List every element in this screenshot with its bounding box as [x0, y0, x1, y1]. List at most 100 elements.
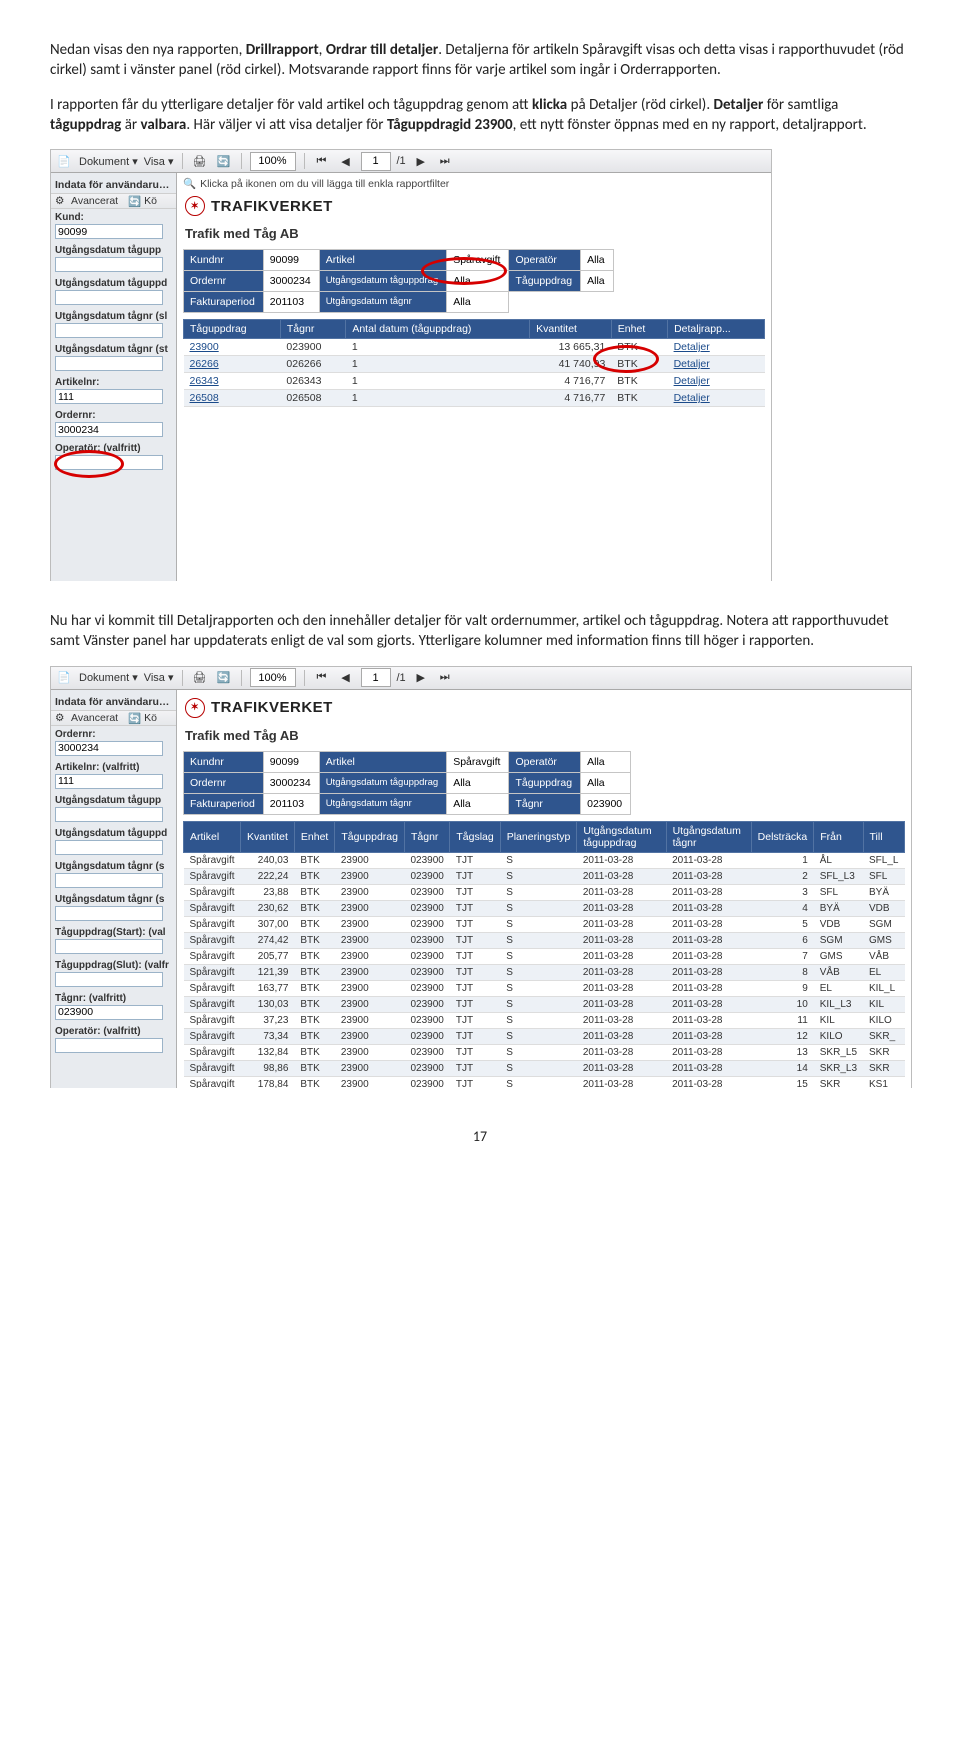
drillreport-screenshot: 📄 Dokument ▾ Visa ▾ 🖨 🔄 ⏮ ◀ /1 ▶ ⏭ Indat…	[50, 149, 772, 581]
taguppdrag-link[interactable]: 26508	[190, 392, 219, 404]
refresh-icon[interactable]: 🔄	[215, 669, 233, 687]
page-input[interactable]	[361, 152, 391, 171]
parameter-sidebar-2: Indata för användarup... ⚙ Avancerat 🔄 K…	[51, 690, 177, 1088]
detaljer-link[interactable]: Detaljer	[674, 341, 710, 353]
detaljer-link[interactable]: Detaljer	[674, 358, 710, 370]
parameter-sidebar: Indata för användarup... ⚙ Avancerat 🔄 K…	[51, 173, 177, 581]
sidebar-title: Indata för användarup...	[51, 177, 176, 193]
label-kund: Kund:	[51, 209, 176, 224]
taguppdrag-link[interactable]: 26343	[190, 375, 219, 387]
prev-page-icon[interactable]: ◀	[337, 669, 355, 687]
table-row: Spåravgift178,84BTK23900023900TJTS2011-0…	[184, 1076, 905, 1088]
label-utg-tagnr-sl: Utgångsdatum tågnr (s	[51, 858, 176, 873]
table-row: Spåravgift73,34BTK23900023900TJTS2011-03…	[184, 1028, 905, 1044]
input-utg-tagnr-sl[interactable]	[55, 873, 163, 888]
page-total: /1	[397, 155, 406, 167]
input-utg-tagnr-st[interactable]	[55, 356, 163, 371]
dokument-menu[interactable]: Dokument ▾	[79, 671, 138, 684]
table-row: 23900023900113 665,31BTKDetaljer	[184, 339, 765, 356]
table-row: Spåravgift23,88BTK23900023900TJTS2011-03…	[184, 884, 905, 900]
detail-data-table: Artikel Kvantitet Enhet Tåguppdrag Tågnr…	[183, 821, 905, 1088]
input-tagupp-start[interactable]	[55, 939, 163, 954]
input-artikelnr[interactable]	[55, 389, 163, 404]
company-title: Trafik med Tåg AB	[185, 728, 905, 743]
zoom-input[interactable]	[250, 152, 296, 171]
next-page-icon[interactable]: ▶	[412, 669, 430, 687]
table-row: 2650802650814 716,77BTKDetaljer	[184, 390, 765, 407]
label-utg-tagupp-start: Utgångsdatum tågupp	[51, 242, 176, 257]
report-main: 🔍 Klicka på ikonen om du vill lägga till…	[177, 173, 771, 581]
report-header-table: Kundnr90099 ArtikelSpåravgift OperatörAl…	[183, 249, 614, 313]
paragraph-3: Nu har vi kommit till Detaljrapporten oc…	[50, 611, 910, 652]
table-row: 26266026266141 740,93BTKDetaljer	[184, 356, 765, 373]
print-icon[interactable]: 🖨	[191, 669, 209, 687]
detaljer-link[interactable]: Detaljer	[674, 392, 710, 404]
input-ordernr[interactable]	[55, 422, 163, 437]
input-operator[interactable]	[55, 455, 163, 470]
last-page-icon[interactable]: ⏭	[436, 152, 454, 170]
label-operator: Operatör: (valfritt)	[51, 440, 176, 455]
input-utg-tagupp-start[interactable]	[55, 257, 163, 272]
trafikverket-brand: ✶ TRAFIKVERKET	[185, 698, 905, 718]
table-row: Spåravgift121,39BTK23900023900TJTS2011-0…	[184, 964, 905, 980]
input-utg-tagupp-end[interactable]	[55, 290, 163, 305]
sidebar-tabs[interactable]: ⚙ Avancerat 🔄 Kö	[51, 193, 176, 209]
table-row: Spåravgift230,62BTK23900023900TJTS2011-0…	[184, 900, 905, 916]
label-tagupp-slut: Tåguppdrag(Slut): (valfr	[51, 957, 176, 972]
doc-icon[interactable]: 📄	[55, 669, 73, 687]
detaljer-link[interactable]: Detaljer	[674, 375, 710, 387]
page-input[interactable]	[361, 668, 391, 687]
table-row: Spåravgift222,24BTK23900023900TJTS2011-0…	[184, 868, 905, 884]
first-page-icon[interactable]: ⏮	[313, 152, 331, 170]
prev-page-icon[interactable]: ◀	[337, 152, 355, 170]
input-utg-tagupp-start[interactable]	[55, 807, 163, 822]
label-artikelnr: Artikelnr:	[51, 374, 176, 389]
filter-hint[interactable]: 🔍 Klicka på ikonen om du vill lägga till…	[183, 177, 765, 190]
trafikverket-logo-icon: ✶	[185, 698, 205, 718]
label-tagupp-start: Tåguppdrag(Start): (val	[51, 924, 176, 939]
label-ordernr: Ordernr:	[51, 407, 176, 422]
dokument-menu[interactable]: Dokument ▾	[79, 155, 138, 168]
input-tagnr[interactable]	[55, 1005, 163, 1020]
intro-paragraph-1: Nedan visas den nya rapporten, Drillrapp…	[50, 40, 910, 81]
label-utg-tagnr-sl: Utgångsdatum tågnr (sl	[51, 308, 176, 323]
visa-menu[interactable]: Visa ▾	[144, 671, 174, 684]
table-row: Spåravgift98,86BTK23900023900TJTS2011-03…	[184, 1060, 905, 1076]
refresh-icon[interactable]: 🔄	[215, 152, 233, 170]
taguppdrag-link[interactable]: 23900	[190, 341, 219, 353]
gear-icon: ⚙	[55, 712, 67, 724]
input-operator[interactable]	[55, 1038, 163, 1053]
input-utg-tagnr-sl[interactable]	[55, 323, 163, 338]
table-row: Spåravgift130,03BTK23900023900TJTS2011-0…	[184, 996, 905, 1012]
input-utg-tagupp-end[interactable]	[55, 840, 163, 855]
label-operator: Operatör: (valfritt)	[51, 1023, 176, 1038]
first-page-icon[interactable]: ⏮	[313, 669, 331, 687]
label-utg-tagnr-st: Utgångsdatum tågnr (st	[51, 341, 176, 356]
label-utg-tagupp-end: Utgångsdatum tåguppd	[51, 275, 176, 290]
visa-menu[interactable]: Visa ▾	[144, 155, 174, 168]
doc-icon[interactable]: 📄	[55, 152, 73, 170]
table-row: Spåravgift307,00BTK23900023900TJTS2011-0…	[184, 916, 905, 932]
print-icon[interactable]: 🖨	[191, 152, 209, 170]
label-tagnr: Tågnr: (valfritt)	[51, 990, 176, 1005]
input-utg-tagnr-st[interactable]	[55, 906, 163, 921]
company-title: Trafik med Tåg AB	[185, 226, 765, 241]
label-utg-tagnr-st: Utgångsdatum tågnr (s	[51, 891, 176, 906]
sidebar-tabs[interactable]: ⚙ Avancerat 🔄 Kö	[51, 710, 176, 726]
input-kund[interactable]	[55, 224, 163, 239]
input-ordernr[interactable]	[55, 741, 163, 756]
input-artikelnr[interactable]	[55, 774, 163, 789]
last-page-icon[interactable]: ⏭	[436, 669, 454, 687]
label-artikelnr: Artikelnr: (valfritt)	[51, 759, 176, 774]
table-row: Spåravgift205,77BTK23900023900TJTS2011-0…	[184, 948, 905, 964]
queue-icon: 🔄	[128, 712, 140, 724]
taguppdrag-link[interactable]: 26266	[190, 358, 219, 370]
label-utg-tagupp-end: Utgångsdatum tåguppd	[51, 825, 176, 840]
zoom-input[interactable]	[250, 668, 296, 687]
detailreport-screenshot: 📄 Dokument ▾ Visa ▾ 🖨 🔄 ⏮ ◀ /1 ▶ ⏭ Indat…	[50, 666, 912, 1088]
next-page-icon[interactable]: ▶	[412, 152, 430, 170]
trafikverket-logo-icon: ✶	[185, 196, 205, 216]
input-tagupp-slut[interactable]	[55, 972, 163, 987]
table-row: Spåravgift240,03BTK23900023900TJTS2011-0…	[184, 852, 905, 868]
queue-icon: 🔄	[128, 195, 140, 207]
